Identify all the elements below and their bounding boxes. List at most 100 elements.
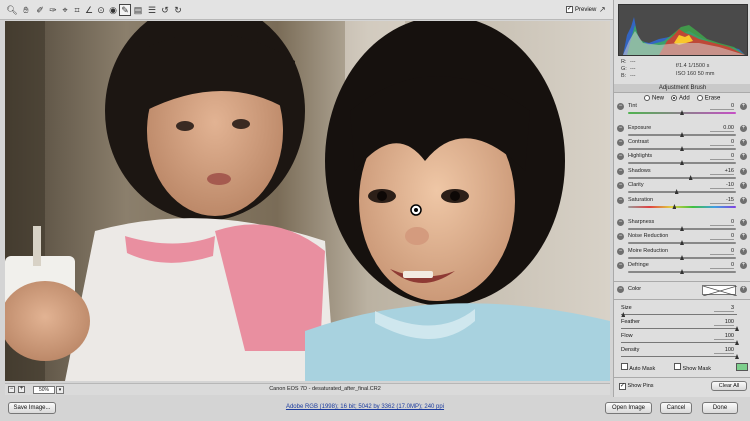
slider-value-field[interactable]: 0 [710,139,734,146]
mask-color-swatch[interactable] [736,363,748,371]
minus-icon[interactable]: − [617,219,624,226]
slider-value-field[interactable]: 0 [710,103,734,110]
brush-slider-track[interactable] [621,314,737,315]
brush-slider-track[interactable] [621,342,737,343]
spot-removal-icon[interactable]: ⊙ [95,4,107,16]
slider-row: − Saturation -15 + [614,197,750,211]
show-mask-checkbox[interactable]: Show Mask [674,363,711,372]
color-sampler-icon[interactable]: ✑ [47,4,59,16]
mode-new-radio-icon[interactable] [644,95,650,101]
hand-icon[interactable]: ✋︎ [20,4,32,16]
slider-value-field[interactable]: 0 [710,233,734,240]
slider-label: Saturation [628,197,654,203]
slider-value-field[interactable]: -15 [710,197,734,204]
minus-icon[interactable]: − [617,248,624,255]
color-minus-icon[interactable]: − [617,286,624,293]
minus-icon[interactable]: − [617,153,624,160]
workflow-options-link[interactable]: Adobe RGB (1998); 16 bit; 5042 by 3362 (… [250,404,480,410]
slider-label: Clarity [628,182,644,188]
plus-icon[interactable]: + [740,168,747,175]
slider-row: − Exposure 0.00 + [614,125,750,139]
done-button[interactable]: Done [702,402,738,414]
mode-erase-radio-icon[interactable] [696,95,703,101]
plus-icon[interactable]: + [740,103,747,110]
slider-track[interactable] [628,177,736,179]
slider-value-field[interactable]: 0.00 [710,125,734,132]
plus-icon[interactable]: + [740,262,747,269]
clear-all-button[interactable]: Clear All [711,381,747,391]
slider-value-field[interactable]: 0 [710,153,734,160]
slider-value-field[interactable]: 0 [710,262,734,269]
divider [614,377,750,378]
preview-checkbox[interactable]: ✓ Preview [566,6,596,13]
slider-track[interactable] [628,191,736,193]
rotate-ccw-icon[interactable]: ↺ [159,4,171,16]
minus-icon[interactable]: − [617,182,624,189]
plus-icon[interactable]: + [740,153,747,160]
mode-add[interactable]: Add [671,95,690,102]
status-bar: − + 50% ▾ Canon EOS 7D - desaturated_aft… [5,383,610,395]
minus-icon[interactable]: − [617,262,624,269]
auto-mask-checkbox[interactable]: Auto Mask [621,363,655,372]
red-eye-icon[interactable]: ◉ [107,4,119,16]
graduated-filter-icon[interactable]: ▤ [132,4,144,16]
plus-icon[interactable]: + [740,125,747,132]
slider-value-field[interactable]: 0 [710,248,734,255]
brush-slider-value-field[interactable]: 100 [714,333,734,340]
minus-icon[interactable]: − [617,168,624,175]
preferences-icon[interactable]: ☰ [146,4,158,16]
zoom-dropdown-icon[interactable]: ▾ [56,386,64,394]
plus-icon[interactable]: + [740,248,747,255]
mode-erase[interactable]: Erase [696,95,720,102]
rotate-cw-icon[interactable]: ↻ [172,4,184,16]
zoom-icon[interactable]: 🔍︎ [6,4,18,16]
save-image-button[interactable]: Save Image... [8,402,56,414]
minus-icon[interactable]: − [617,233,624,240]
brush-slider-value-field[interactable]: 3 [714,305,734,312]
slider-row: − Shadows +16 + [614,168,750,182]
plus-icon[interactable]: + [740,139,747,146]
color-plus-icon[interactable]: + [740,286,747,293]
cancel-button[interactable]: Cancel [660,402,692,414]
mode-new[interactable]: New [644,95,664,102]
slider-track[interactable] [628,206,736,208]
slider-label: Tint [628,103,637,109]
zoom-out-button[interactable]: − [8,386,15,393]
minus-icon[interactable]: − [617,125,624,132]
slider-value-field[interactable]: -10 [710,182,734,189]
image-preview[interactable] [5,21,610,381]
open-image-button[interactable]: Open Image [605,402,652,414]
adjustment-brush-icon[interactable]: ✎ [119,4,131,16]
plus-icon[interactable]: + [740,182,747,189]
brush-slider-value-field[interactable]: 100 [714,347,734,354]
minus-icon[interactable]: − [617,139,624,146]
straighten-icon[interactable]: ∠ [83,4,95,16]
white-balance-icon[interactable]: ✐ [34,4,46,16]
plus-icon[interactable]: + [740,233,747,240]
show-pins-checkbox[interactable]: ✓ Show Pins [619,383,654,390]
slider-label: Noise Reduction [628,233,669,239]
zoom-in-button[interactable]: + [18,386,25,393]
minus-icon[interactable]: − [617,197,624,204]
auto-mask-check-icon[interactable] [621,363,628,370]
show-pins-check-icon[interactable]: ✓ [619,383,626,390]
zoom-level-field[interactable]: 50% [33,386,55,394]
brush-slider-row: Feather 100 [614,319,750,333]
fullscreen-icon[interactable]: ↗ [599,5,609,15]
show-mask-check-icon[interactable] [674,363,681,370]
mode-add-radio-icon[interactable] [671,95,678,101]
minus-icon[interactable]: − [617,103,624,110]
target-adjust-icon[interactable]: ⌖ [59,4,71,16]
plus-icon[interactable]: + [740,219,747,226]
preview-check-icon[interactable]: ✓ [566,6,573,13]
brush-slider-track[interactable] [621,356,737,357]
slider-row: − Moire Reduction 0 + [614,248,750,262]
plus-icon[interactable]: + [740,197,747,204]
aperture-shutter: f/1.4 1/1500 s [676,63,710,69]
slider-value-field[interactable]: 0 [710,219,734,226]
crop-icon[interactable]: ⌗ [71,4,83,16]
brush-slider-track[interactable] [621,328,737,329]
slider-value-field[interactable]: +16 [710,168,734,175]
brush-slider-value-field[interactable]: 100 [714,319,734,326]
color-swatch[interactable] [702,285,738,297]
